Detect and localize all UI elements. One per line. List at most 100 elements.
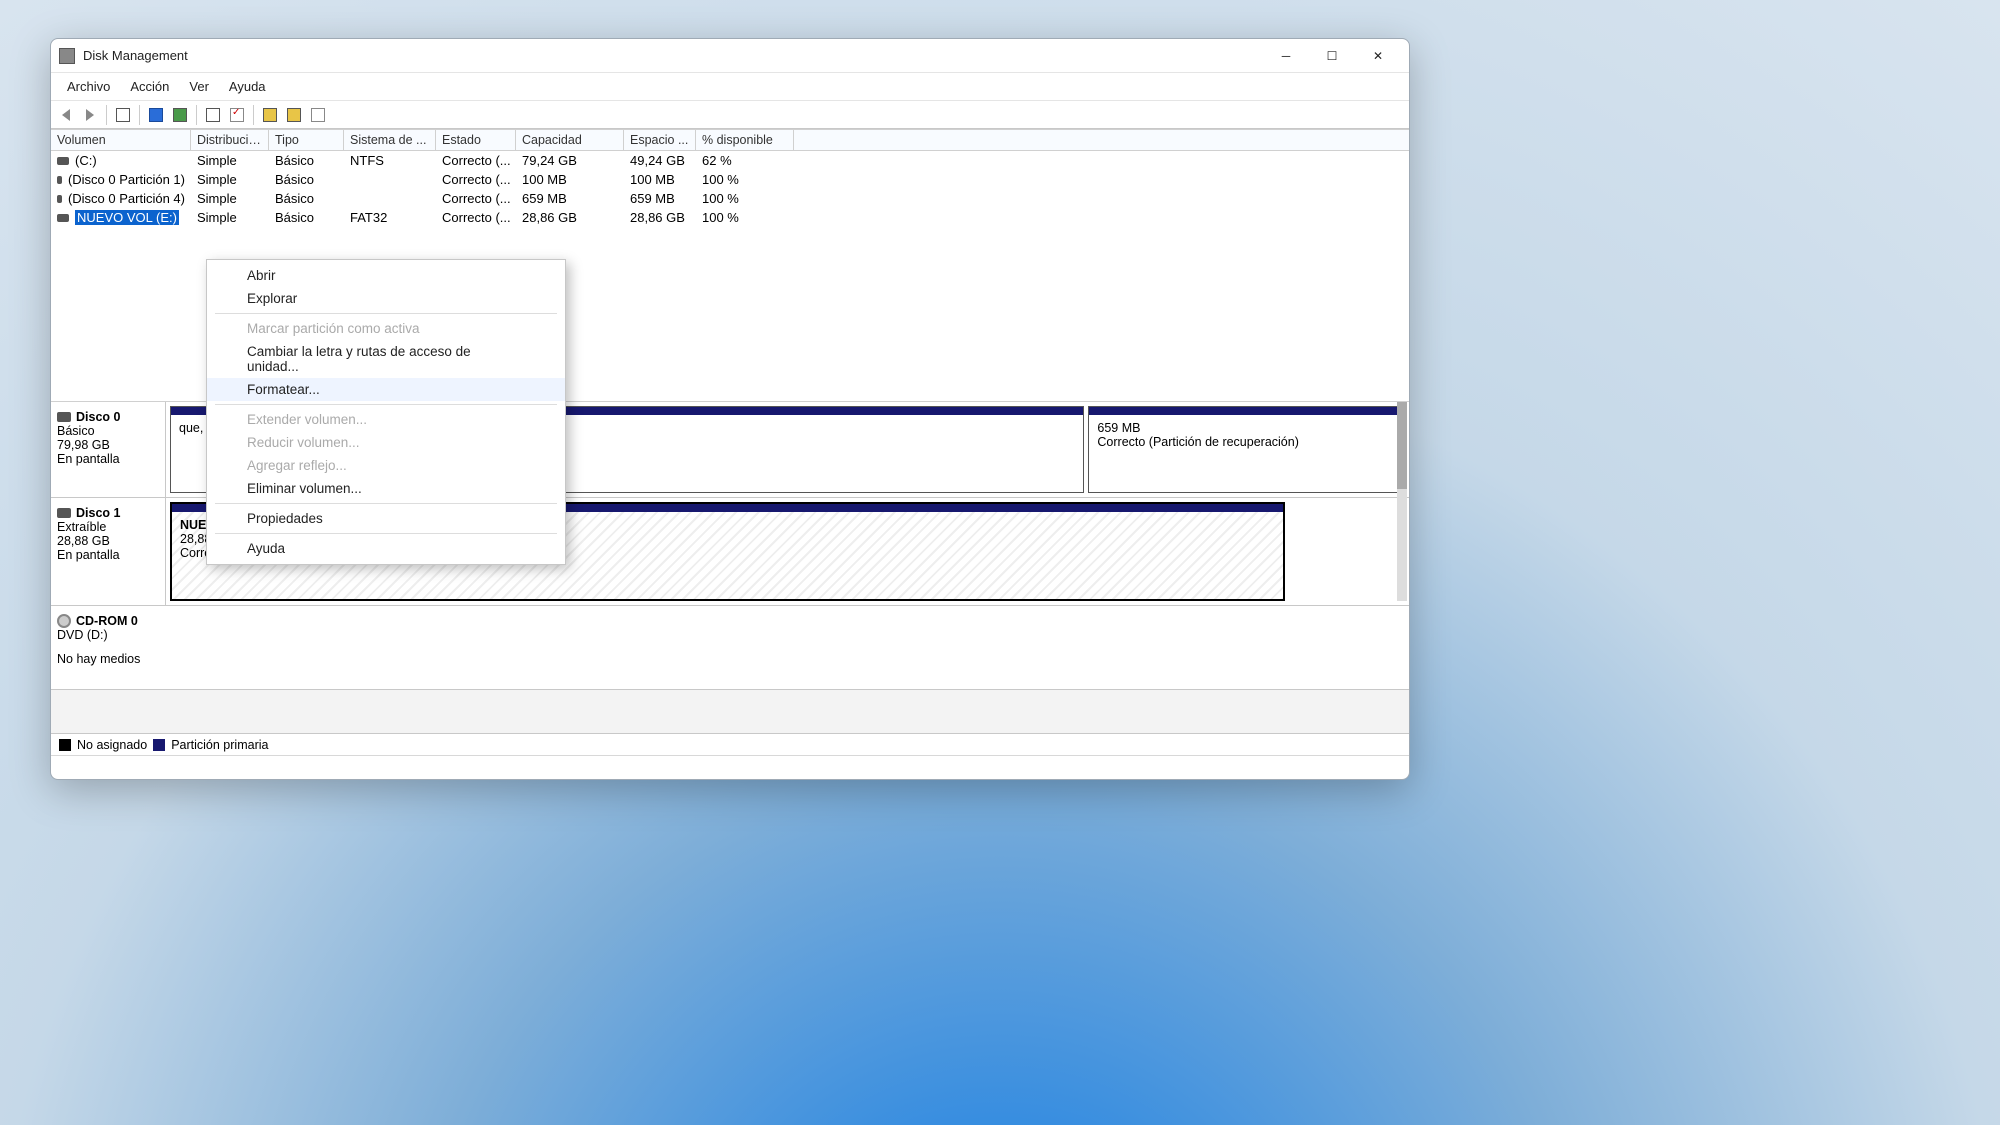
menu-accion[interactable]: Acción: [120, 76, 179, 97]
panel-icon: [116, 108, 130, 122]
cell-distro: Simple: [191, 210, 269, 225]
disk-status: No hay medios: [57, 652, 1403, 666]
cell-distro: Simple: [191, 153, 269, 168]
minimize-button[interactable]: ─: [1263, 41, 1309, 71]
titlebar[interactable]: Disk Management ─ ☐ ✕: [51, 39, 1409, 73]
col-fs[interactable]: Sistema de ...: [344, 130, 436, 150]
cell-pct: 100 %: [696, 172, 794, 187]
disk-row-cdrom: CD-ROM 0 DVD (D:) No hay medios: [51, 606, 1409, 690]
disk-info[interactable]: Disco 1 Extraíble 28,88 GB En pantalla: [51, 498, 166, 605]
volume-name: (C:): [75, 153, 97, 168]
col-estado[interactable]: Estado: [436, 130, 516, 150]
cell-estado: Correcto (...: [436, 210, 516, 225]
cell-espacio: 659 MB: [624, 191, 696, 206]
disk-icon: [57, 508, 71, 518]
toolbar-separator: [253, 105, 254, 125]
menu-item: Marcar partición como activa: [207, 317, 565, 340]
cell-pct: 100 %: [696, 191, 794, 206]
cell-estado: Correcto (...: [436, 172, 516, 187]
disk-type: Básico: [57, 424, 159, 438]
arrow-right-icon: [86, 109, 94, 121]
cdrom-icon: [57, 614, 71, 628]
col-volumen[interactable]: Volumen: [51, 130, 191, 150]
toolbar-separator: [139, 105, 140, 125]
volume-name: NUEVO VOL (E:): [75, 210, 179, 225]
forward-button[interactable]: [79, 104, 101, 126]
volume-icon: [57, 157, 69, 165]
folder2-icon: [287, 108, 301, 122]
menu-item[interactable]: Abrir: [207, 264, 565, 287]
disk-type: Extraíble: [57, 520, 159, 534]
menu-item[interactable]: Explorar: [207, 287, 565, 310]
cell-estado: Correcto (...: [436, 191, 516, 206]
partition-recovery[interactable]: 659 MB Correcto (Partición de recuperaci…: [1088, 406, 1405, 493]
table-row[interactable]: (Disco 0 Partición 4)SimpleBásicoCorrect…: [51, 189, 1409, 208]
refresh-icon: [173, 108, 187, 122]
action2-button[interactable]: [283, 104, 305, 126]
help-button[interactable]: [145, 104, 167, 126]
menu-ayuda[interactable]: Ayuda: [219, 76, 276, 97]
volume-table-header: Volumen Distribución Tipo Sistema de ...…: [51, 129, 1409, 151]
back-button[interactable]: [55, 104, 77, 126]
cell-pct: 62 %: [696, 153, 794, 168]
context-menu: AbrirExplorar Marcar partición como activ…: [206, 259, 566, 565]
cell-fs: NTFS: [344, 153, 436, 168]
toolbar-separator: [196, 105, 197, 125]
refresh-button[interactable]: [169, 104, 191, 126]
check-icon: [230, 108, 244, 122]
volume-name: (Disco 0 Partición 1): [68, 172, 185, 187]
wrench-icon: [206, 108, 220, 122]
menu-item[interactable]: Eliminar volumen...: [207, 477, 565, 500]
settings-button[interactable]: [202, 104, 224, 126]
cell-estado: Correcto (...: [436, 153, 516, 168]
menu-item[interactable]: Formatear...: [207, 378, 565, 401]
col-capacidad[interactable]: Capacidad: [516, 130, 624, 150]
table-row[interactable]: NUEVO VOL (E:)SimpleBásicoFAT32Correcto …: [51, 208, 1409, 227]
table-row[interactable]: (Disco 0 Partición 1) SimpleBásico Correct…: [51, 170, 1409, 189]
disk-info[interactable]: Disco 0 Básico 79,98 GB En pantalla: [51, 402, 166, 497]
help-icon: [149, 108, 163, 122]
action-button[interactable]: [259, 104, 281, 126]
legend-unassigned-label: No asignado: [77, 738, 147, 752]
volume-icon: [57, 214, 69, 222]
show-hide-button[interactable]: [112, 104, 134, 126]
check-button[interactable]: [226, 104, 248, 126]
menu-archivo[interactable]: Archivo: [57, 76, 120, 97]
cell-cap: 659 MB: [516, 191, 624, 206]
cell-tipo: Básico: [269, 172, 344, 187]
statusbar: [51, 755, 1409, 779]
window-title: Disk Management: [83, 48, 1263, 63]
toolbar: [51, 101, 1409, 129]
disk-size: 79,98 GB: [57, 438, 159, 452]
cell-espacio: 100 MB: [624, 172, 696, 187]
cell-distro: Simple: [191, 172, 269, 187]
menu-item[interactable]: Propiedades: [207, 507, 565, 530]
cell-pct: 100 %: [696, 210, 794, 225]
col-pct[interactable]: % disponible: [696, 130, 794, 150]
scrollbar[interactable]: [1397, 402, 1407, 601]
disk-name: Disco 1: [76, 506, 120, 520]
table-row[interactable]: (C:)SimpleBásicoNTFSCorrecto (...79,24 G…: [51, 151, 1409, 170]
disk-info[interactable]: CD-ROM 0 DVD (D:) No hay medios: [51, 606, 1409, 689]
list-button[interactable]: [307, 104, 329, 126]
partition-size: 659 MB: [1097, 421, 1396, 435]
menu-item[interactable]: Cambiar la letra y rutas de acceso de un…: [207, 340, 565, 378]
cell-espacio: 49,24 GB: [624, 153, 696, 168]
cell-espacio: 28,86 GB: [624, 210, 696, 225]
disk-name: Disco 0: [76, 410, 120, 424]
maximize-button[interactable]: ☐: [1309, 41, 1355, 71]
col-distribucion[interactable]: Distribución: [191, 130, 269, 150]
legend: No asignado Partición primaria: [51, 733, 1409, 755]
cell-tipo: Básico: [269, 210, 344, 225]
legend-unassigned-swatch: [59, 739, 71, 751]
volume-icon: [57, 176, 62, 184]
col-tipo[interactable]: Tipo: [269, 130, 344, 150]
cell-distro: Simple: [191, 191, 269, 206]
menu-item: Extender volumen...: [207, 408, 565, 431]
col-espacio[interactable]: Espacio ...: [624, 130, 696, 150]
close-button[interactable]: ✕: [1355, 41, 1401, 71]
list-icon: [311, 108, 325, 122]
menu-item[interactable]: Ayuda: [207, 537, 565, 560]
menu-ver[interactable]: Ver: [179, 76, 219, 97]
menu-separator: [215, 533, 557, 534]
